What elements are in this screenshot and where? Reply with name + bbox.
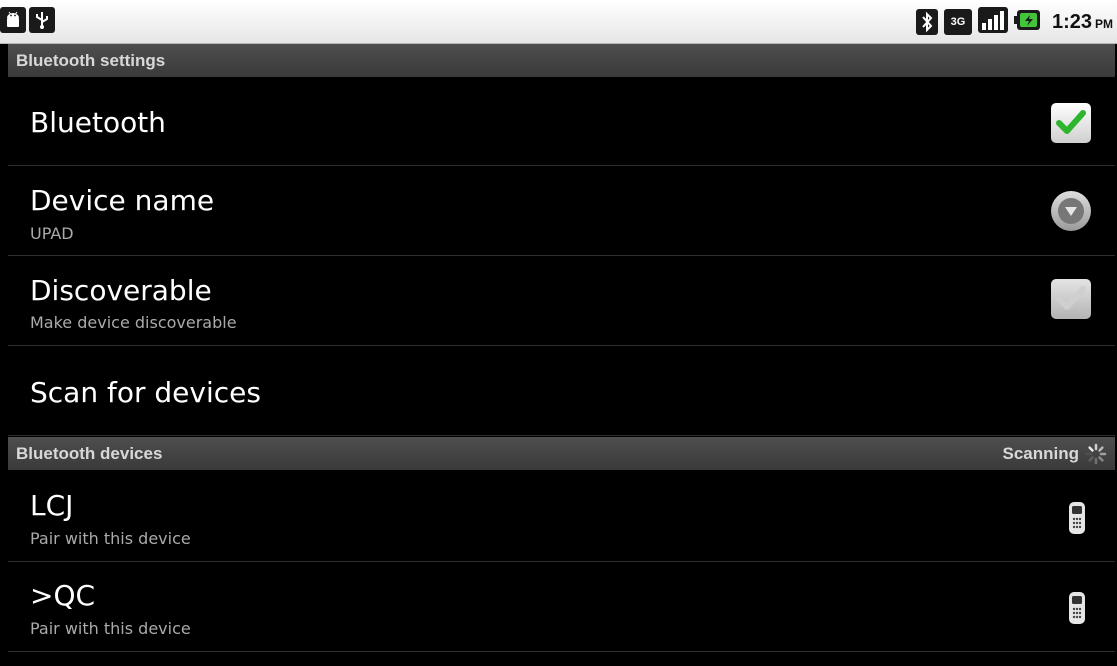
phone-icon — [1067, 501, 1087, 539]
bluetooth-title: Bluetooth — [30, 106, 166, 139]
bluetooth-toggle-row[interactable]: Bluetooth — [8, 77, 1115, 166]
3g-data-icon: 3G — [943, 9, 972, 35]
scan-for-devices-label: Scan for devices — [30, 376, 261, 409]
page-title: Bluetooth settings — [16, 50, 166, 70]
device-name: LCJ — [30, 489, 74, 522]
bluetooth-icon — [915, 9, 938, 35]
device-name-title: Device name — [30, 184, 215, 217]
status-bar: 3G 1:23 PM — [0, 0, 1117, 44]
signal-icon — [977, 7, 1008, 37]
android-debug-icon — [0, 7, 26, 33]
page-title-bar: Bluetooth settings — [8, 44, 1115, 77]
bluetooth-checkbox[interactable] — [1051, 103, 1091, 143]
discoverable-summary: Make device discoverable — [30, 313, 237, 332]
device-name: >QC — [30, 579, 96, 612]
clock-ampm: PM — [1095, 16, 1113, 31]
bluetooth-devices-title: Bluetooth devices — [16, 443, 163, 463]
scanning-label: Scanning — [1002, 443, 1079, 463]
clock-time: 1:23 — [1051, 10, 1092, 33]
device-summary: Pair with this device — [30, 529, 191, 548]
discoverable-row[interactable]: Discoverable Make device discoverable — [8, 257, 1115, 346]
device-item[interactable]: LCJ Pair with this device — [8, 473, 1115, 562]
checkmark-icon — [1056, 110, 1086, 134]
phone-icon — [1067, 591, 1087, 629]
checkmark-icon — [1056, 286, 1086, 310]
scanning-status: Scanning — [1002, 443, 1107, 465]
battery-icon — [1013, 8, 1042, 36]
device-name-row[interactable]: Device name UPAD — [8, 167, 1115, 256]
device-item[interactable]: >QC Pair with this device — [8, 563, 1115, 652]
spinner-icon — [1085, 443, 1107, 464]
edit-name-icon[interactable] — [1051, 191, 1091, 231]
device-summary: Pair with this device — [30, 619, 191, 638]
discoverable-checkbox[interactable] — [1051, 279, 1091, 319]
clock: 1:23 PM — [1052, 11, 1113, 34]
usb-icon — [29, 7, 55, 33]
device-name-value: UPAD — [30, 224, 74, 243]
chevron-down-icon — [1065, 207, 1077, 216]
scan-for-devices-row[interactable]: Scan for devices — [8, 347, 1115, 436]
bluetooth-devices-header: Bluetooth devices Scanning — [8, 437, 1115, 470]
discoverable-title: Discoverable — [30, 274, 212, 307]
